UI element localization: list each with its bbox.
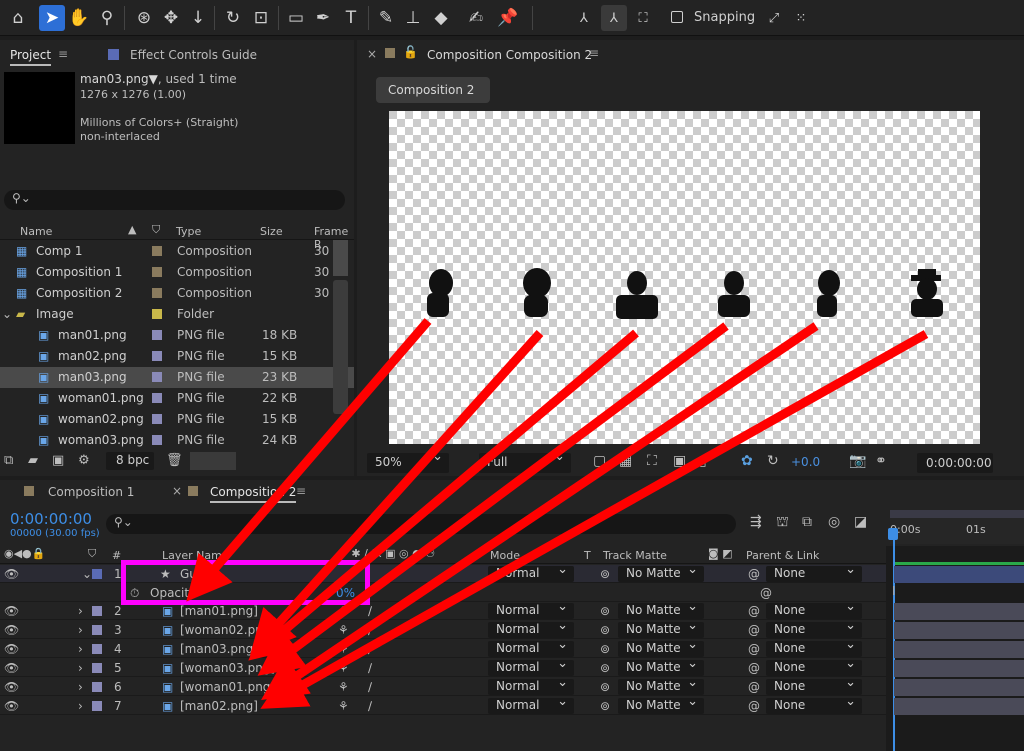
red-arrows-overlay xyxy=(186,318,929,709)
arrow-woman02 xyxy=(249,329,544,656)
arrow-man01 xyxy=(186,318,432,602)
arrow-woman01 xyxy=(261,322,819,701)
